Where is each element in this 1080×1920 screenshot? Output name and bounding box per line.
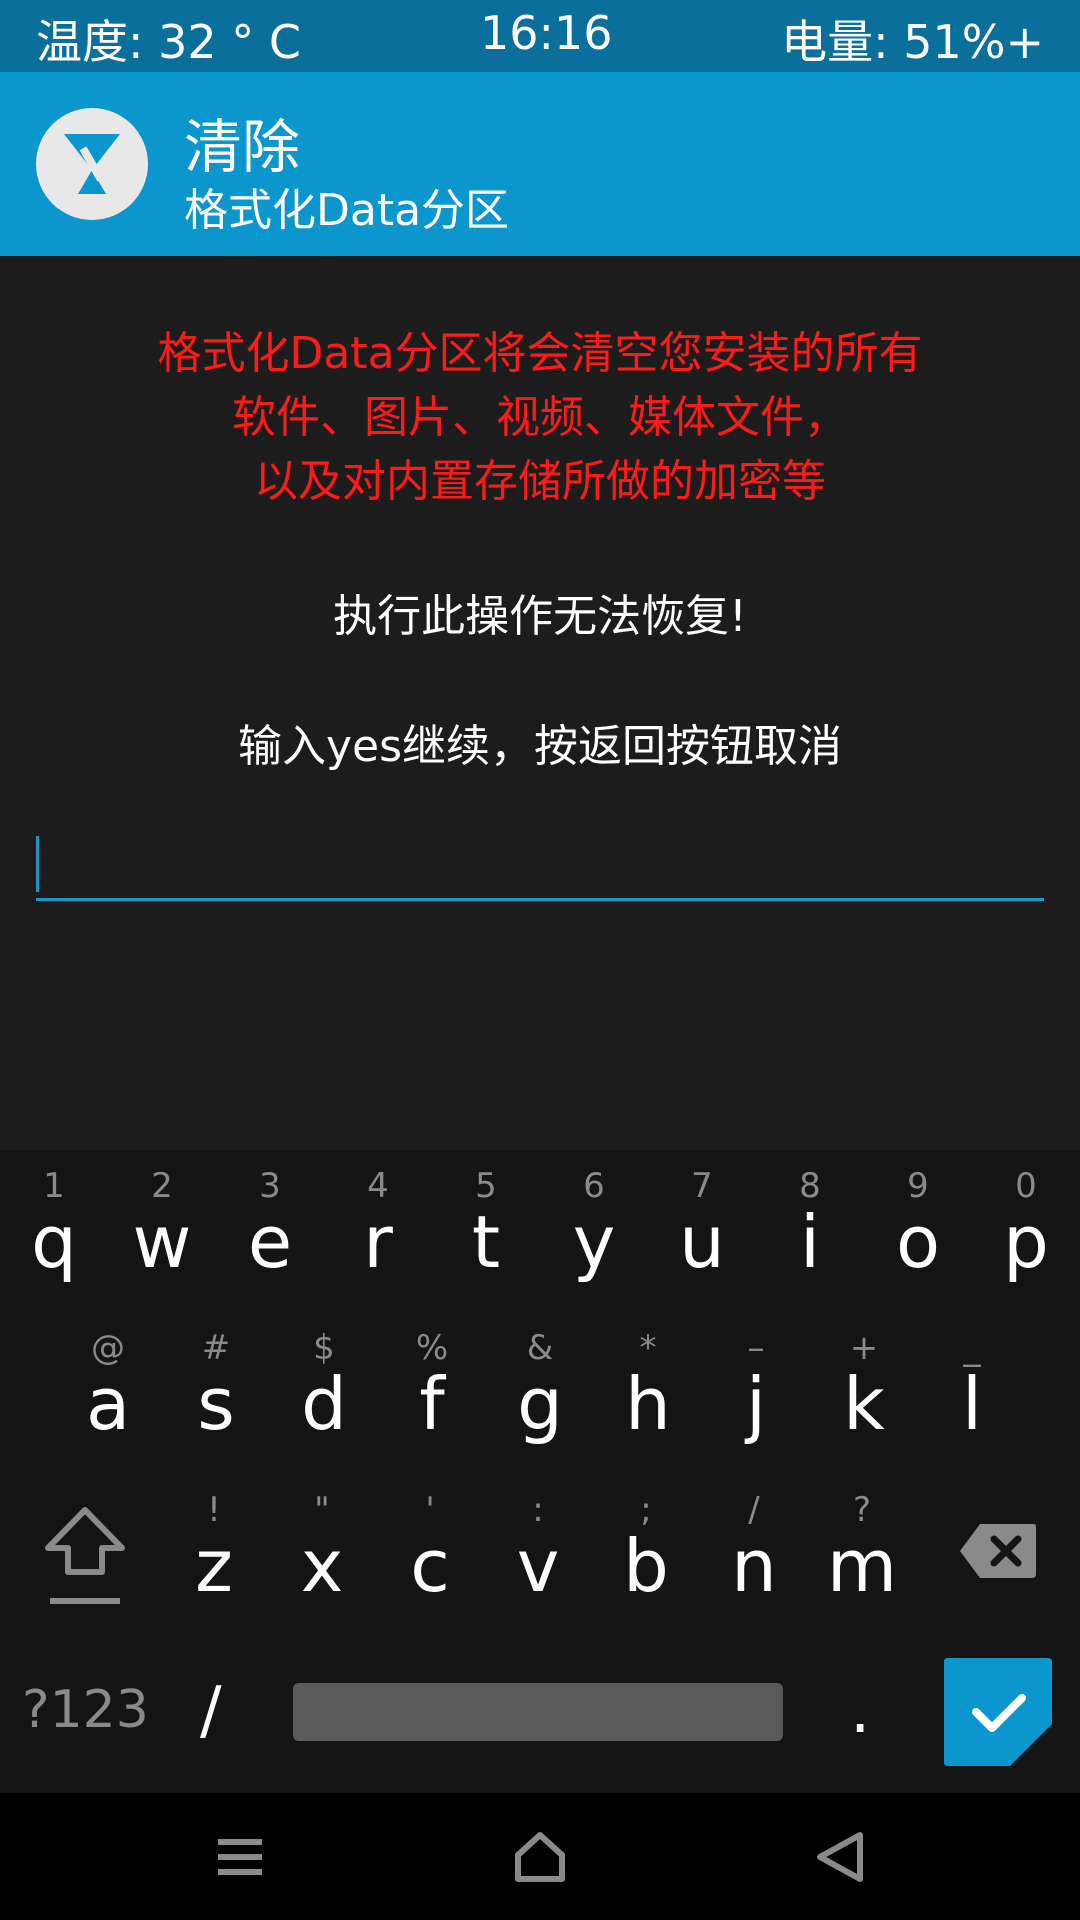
- key-l[interactable]: _ l: [918, 1320, 1026, 1480]
- back-icon[interactable]: [810, 1829, 870, 1885]
- key-label: f: [419, 1362, 445, 1446]
- clock: 16:16: [480, 6, 613, 60]
- checkmark-icon[interactable]: [944, 1658, 1052, 1766]
- key-label: h: [625, 1362, 671, 1446]
- key-label: j: [745, 1362, 766, 1446]
- page-title: 清除: [184, 113, 301, 181]
- page-subtitle: 格式化Data分区: [184, 185, 510, 236]
- key-g[interactable]: & g: [486, 1320, 594, 1480]
- navigation-bar: [0, 1793, 1080, 1920]
- key-label: q: [31, 1200, 77, 1284]
- key-t[interactable]: 5t: [432, 1158, 540, 1318]
- key-label: g: [517, 1362, 563, 1446]
- irreversible-notice: 执行此操作无法恢复!: [333, 591, 747, 642]
- key-label: s: [197, 1362, 235, 1446]
- key-h[interactable]: * h: [594, 1320, 702, 1480]
- key-o[interactable]: 9o: [864, 1158, 972, 1318]
- key-label: k: [843, 1362, 885, 1446]
- key-label: m: [826, 1524, 898, 1608]
- key-d[interactable]: $ d: [270, 1320, 378, 1480]
- battery-readout: 电量: 51%+: [781, 15, 1044, 69]
- key-p[interactable]: 0p: [972, 1158, 1080, 1318]
- key-label: o: [895, 1200, 941, 1284]
- key-k[interactable]: + k: [810, 1320, 918, 1480]
- key-label: y: [572, 1200, 616, 1284]
- key-a[interactable]: @ a: [54, 1320, 162, 1480]
- symbols-key[interactable]: ?123: [22, 1680, 149, 1740]
- key-label: l: [961, 1362, 982, 1446]
- key-label: d: [301, 1362, 347, 1446]
- warning-line: 以及对内置存储所做的加密等: [254, 456, 826, 507]
- key-label: x: [300, 1524, 344, 1608]
- key-x[interactable]: " x: [268, 1482, 376, 1642]
- header: 清除 格式化Data分区: [0, 72, 1080, 256]
- key-f[interactable]: % f: [378, 1320, 486, 1480]
- status-bar: 温度: 32 ° C 16:16 电量: 51%+: [0, 0, 1080, 72]
- key-label: c: [410, 1524, 450, 1608]
- twrp-logo-icon: [36, 108, 148, 220]
- instruction-text: 输入yes继续，按返回按钮取消: [237, 721, 843, 772]
- key-c[interactable]: ' c: [376, 1482, 484, 1642]
- key-label: i: [799, 1200, 820, 1284]
- warning-message: 格式化Data分区将会清空您安装的所有 软件、图片、视频、媒体文件， 以及对内置…: [0, 322, 1080, 514]
- key-e[interactable]: 3e: [216, 1158, 324, 1318]
- key-label: n: [731, 1524, 777, 1608]
- menu-icon[interactable]: [210, 1829, 270, 1885]
- key-label: v: [516, 1524, 560, 1608]
- shift-icon[interactable]: [40, 1502, 130, 1612]
- home-icon[interactable]: [510, 1829, 570, 1885]
- key-label: z: [195, 1524, 233, 1608]
- key-label: a: [85, 1362, 131, 1446]
- space-bar[interactable]: [293, 1683, 783, 1741]
- confirm-input[interactable]: [36, 826, 1044, 901]
- key-u[interactable]: 7u: [648, 1158, 756, 1318]
- key-n[interactable]: / n: [700, 1482, 808, 1642]
- key-v[interactable]: :v: [484, 1482, 592, 1642]
- key-j[interactable]: – j: [702, 1320, 810, 1480]
- slash-key[interactable]: /: [200, 1674, 222, 1748]
- key-r[interactable]: 4r: [324, 1158, 432, 1318]
- warning-line: 格式化Data分区将会清空您安装的所有: [157, 328, 923, 379]
- key-label: t: [471, 1200, 501, 1284]
- key-q[interactable]: 1q: [0, 1158, 108, 1318]
- backspace-icon[interactable]: [958, 1522, 1038, 1580]
- key-b[interactable]: ; b: [592, 1482, 700, 1642]
- key-label: r: [363, 1200, 393, 1284]
- key-label: b: [623, 1524, 669, 1608]
- key-label: w: [132, 1200, 192, 1284]
- key-i[interactable]: 8i: [756, 1158, 864, 1318]
- key-m[interactable]: ? m: [808, 1482, 916, 1642]
- key-w[interactable]: 2w: [108, 1158, 216, 1318]
- key-s[interactable]: # s: [162, 1320, 270, 1480]
- key-label: e: [247, 1200, 293, 1284]
- temperature-readout: 温度: 32 ° C: [36, 15, 302, 69]
- key-y[interactable]: 6y: [540, 1158, 648, 1318]
- period-key[interactable]: .: [850, 1674, 870, 1748]
- soft-keyboard: 1q2w3e4r5t6y7u8i9o0p @ a # s $ d% f & g * h – j + k _ l …: [0, 1150, 1080, 1793]
- warning-line: 软件、图片、视频、媒体文件，: [232, 392, 848, 443]
- key-z[interactable]: ! z: [160, 1482, 268, 1642]
- key-label: p: [1003, 1200, 1049, 1284]
- key-label: u: [679, 1200, 725, 1284]
- text-cursor: [36, 836, 39, 892]
